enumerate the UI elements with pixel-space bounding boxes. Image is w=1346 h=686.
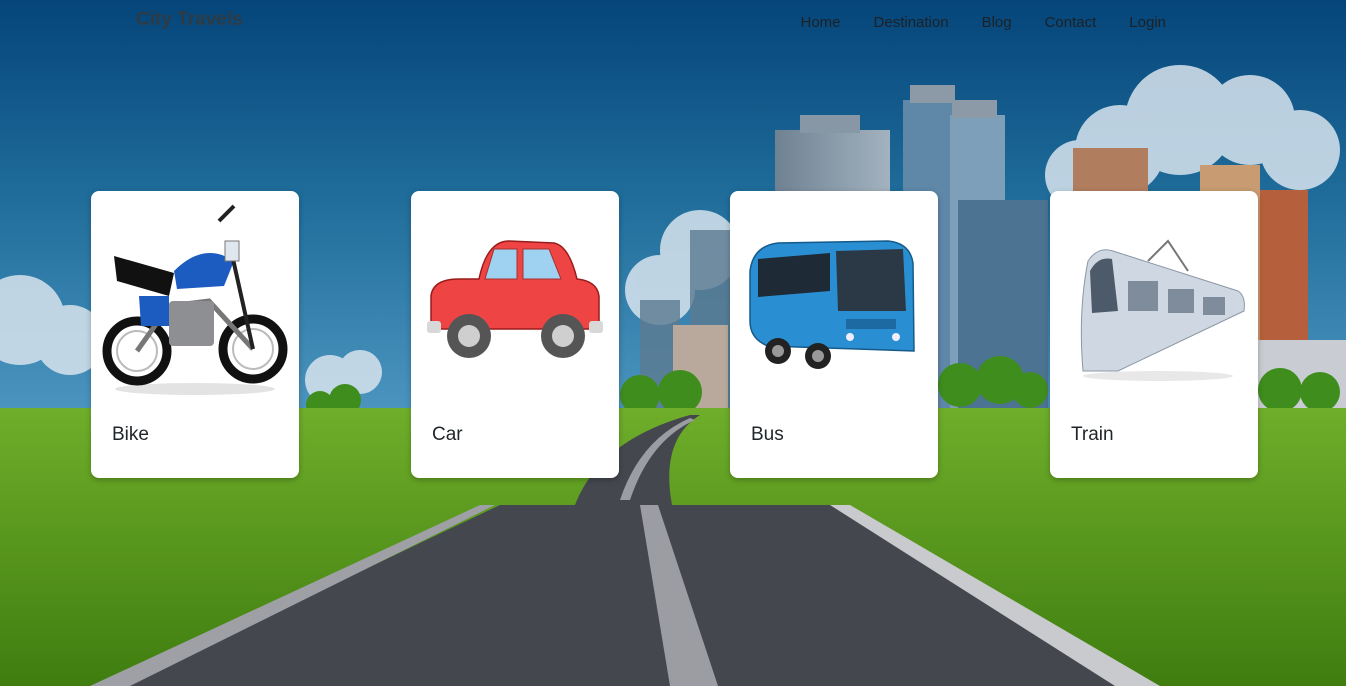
card-label: Train xyxy=(1071,424,1114,445)
nav-contact[interactable]: Contact xyxy=(1045,14,1097,31)
nav-destination[interactable]: Destination xyxy=(874,14,949,31)
car-icon xyxy=(427,240,603,358)
card-label: Bike xyxy=(112,424,149,445)
motorcycle-icon xyxy=(102,204,288,395)
card-bus[interactable]: Bus xyxy=(730,191,938,478)
card-label: Car xyxy=(432,424,463,445)
card-bike[interactable]: Bike xyxy=(91,191,299,478)
navbar: City Travels Home Destination Blog Conta… xyxy=(0,0,1346,48)
card-train[interactable]: Train xyxy=(1050,191,1258,478)
bus-icon xyxy=(749,240,915,369)
card-label: Bus xyxy=(751,424,784,445)
brand-logo[interactable]: City Travels xyxy=(136,9,243,31)
nav-login[interactable]: Login xyxy=(1129,14,1166,31)
card-car[interactable]: Car xyxy=(411,191,619,478)
train-icon xyxy=(1080,239,1245,381)
nav-menu: Home Destination Blog Contact Login xyxy=(801,14,1167,31)
nav-blog[interactable]: Blog xyxy=(982,14,1012,31)
nav-home[interactable]: Home xyxy=(801,14,841,31)
